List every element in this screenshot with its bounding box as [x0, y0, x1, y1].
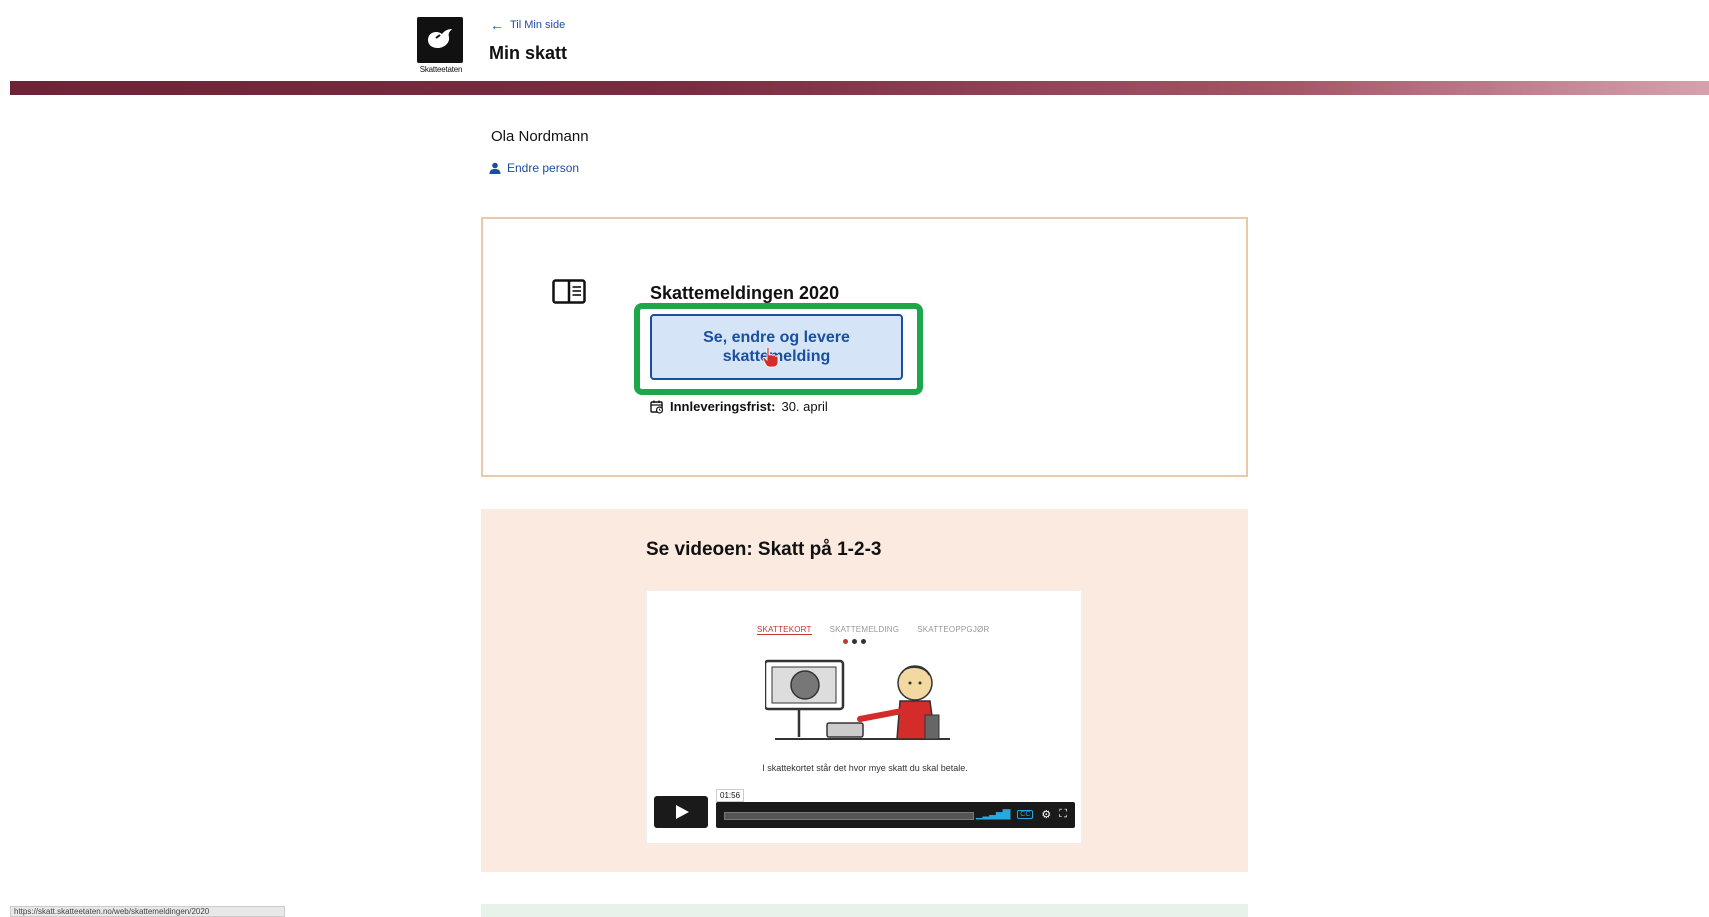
deadline-value: 30. april: [781, 399, 828, 414]
next-section: [481, 904, 1248, 917]
user-name: Ola Nordmann: [491, 128, 589, 145]
video-player[interactable]: SKATTEKORT SKATTEMELDING SKATTEOPPGJØR I…: [646, 590, 1082, 844]
video-controls: ▁▂▃▅▇ CC ⚙ ⛶ 01:56: [654, 789, 1075, 828]
video-title: Se videoen: Skatt på 1-2-3: [646, 539, 882, 560]
video-control-icons: ▁▂▃▅▇ CC ⚙ ⛶: [976, 808, 1067, 821]
video-section: Se videoen: Skatt på 1-2-3 SKATTEKORT SK…: [481, 509, 1248, 872]
header: Skatteetaten ← Til Min side Min skatt: [0, 0, 1709, 80]
logo-text: Skatteetaten: [419, 65, 463, 74]
play-icon: [676, 805, 689, 819]
skatteetaten-logo[interactable]: [417, 17, 463, 63]
video-dot: [852, 639, 857, 644]
deadline-row: Innleveringsfrist: 30. april: [650, 399, 828, 414]
video-time: 01:56: [716, 789, 745, 802]
video-control-bar: ▁▂▃▅▇ CC ⚙ ⛶: [716, 802, 1075, 828]
video-tab-skattemelding: SKATTEMELDING: [829, 625, 900, 634]
calendar-clock-icon: [650, 400, 664, 414]
video-illustration: [765, 659, 950, 740]
hand-cursor-icon: [762, 346, 779, 368]
video-dot: [843, 639, 848, 644]
video-dot: [861, 639, 866, 644]
page: Skatteetaten ← Til Min side Min skatt Ol…: [0, 0, 1709, 917]
settings-gear-icon[interactable]: ⚙: [1041, 808, 1051, 821]
change-person-label: Endre person: [507, 161, 580, 175]
fullscreen-icon[interactable]: ⛶: [1059, 808, 1067, 821]
tax-return-title: Skattemeldingen 2020: [650, 283, 840, 303]
play-button[interactable]: [654, 796, 708, 828]
tax-return-card: Skattemeldingen 2020 Se, endre og levere…: [481, 217, 1248, 477]
video-dots: [843, 639, 866, 644]
video-caption: I skattekortet står det hvor mye skatt d…: [762, 763, 968, 773]
video-tabs: SKATTEKORT SKATTEMELDING SKATTEOPPGJØR: [757, 625, 989, 635]
volume-icon[interactable]: ▁▂▃▅▇: [976, 809, 1010, 820]
closed-captions-icon[interactable]: CC: [1017, 810, 1034, 819]
status-bar-url: https://skatt.skatteetaten.no/web/skatte…: [10, 906, 285, 917]
video-tab-skattekort: SKATTEKORT: [757, 625, 812, 635]
arrow-left-icon: ←: [490, 17, 504, 33]
video-progress-bar[interactable]: [724, 812, 974, 820]
page-title: Min skatt: [489, 43, 568, 63]
deadline-label: Innleveringsfrist:: [670, 399, 776, 414]
back-link-label: Til Min side: [510, 19, 566, 31]
change-person-link[interactable]: Endre person: [489, 161, 579, 175]
brand-band: [10, 81, 1709, 95]
open-book-icon: [552, 279, 586, 304]
person-icon: [489, 162, 501, 174]
back-to-my-page-link[interactable]: ← Til Min side: [490, 17, 565, 33]
video-tab-skatteoppgjor: SKATTEOPPGJØR: [917, 625, 990, 634]
logo-icon: [428, 29, 452, 48]
